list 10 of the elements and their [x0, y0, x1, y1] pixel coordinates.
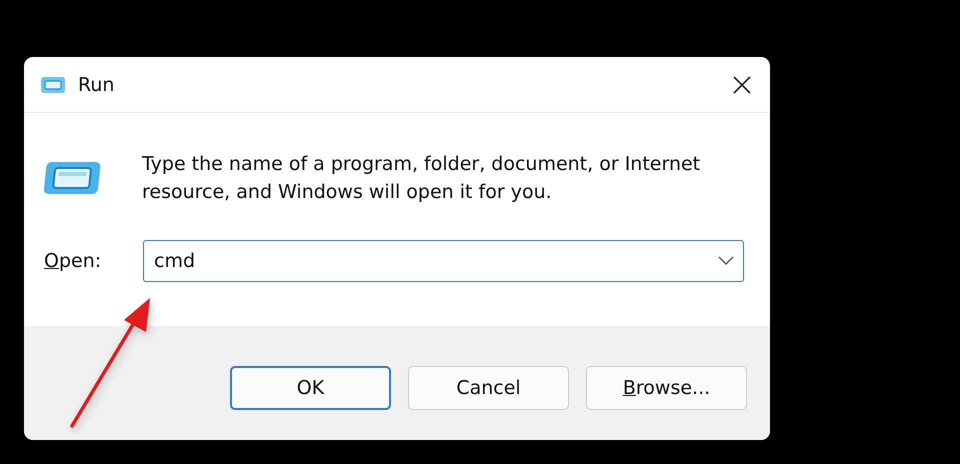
dropdown-chevron-icon[interactable]	[718, 256, 734, 266]
dialog-button[interactable]: Cancel	[408, 366, 569, 410]
close-icon[interactable]	[732, 74, 752, 94]
dialog-button[interactable]: OK	[230, 366, 391, 410]
window-title: Run	[78, 74, 116, 96]
instruction-text: Type the name of a program, folder, document, or Internet resource, and Windows will open it for you.	[142, 152, 702, 205]
open-combobox[interactable]: cmd	[143, 240, 744, 282]
open-label: Open:	[44, 250, 102, 272]
window-icon	[40, 76, 66, 94]
dialog-button[interactable]: Browse...	[586, 366, 747, 410]
